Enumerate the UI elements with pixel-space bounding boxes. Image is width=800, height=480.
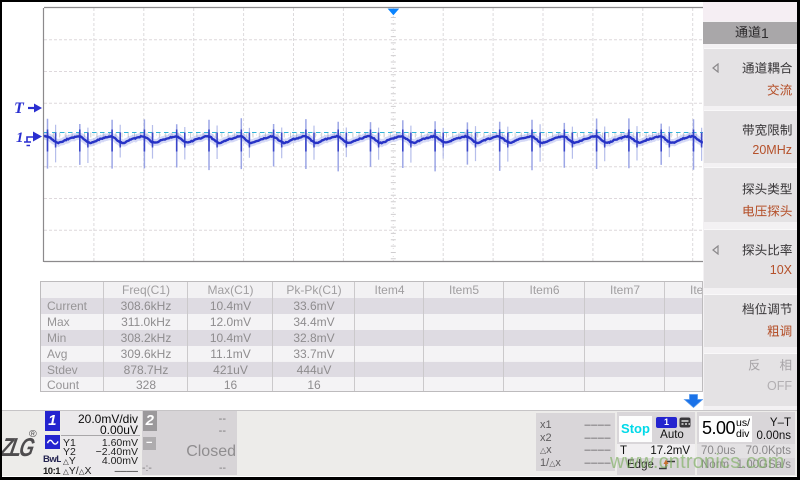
svg-text:T: T — [14, 100, 25, 117]
